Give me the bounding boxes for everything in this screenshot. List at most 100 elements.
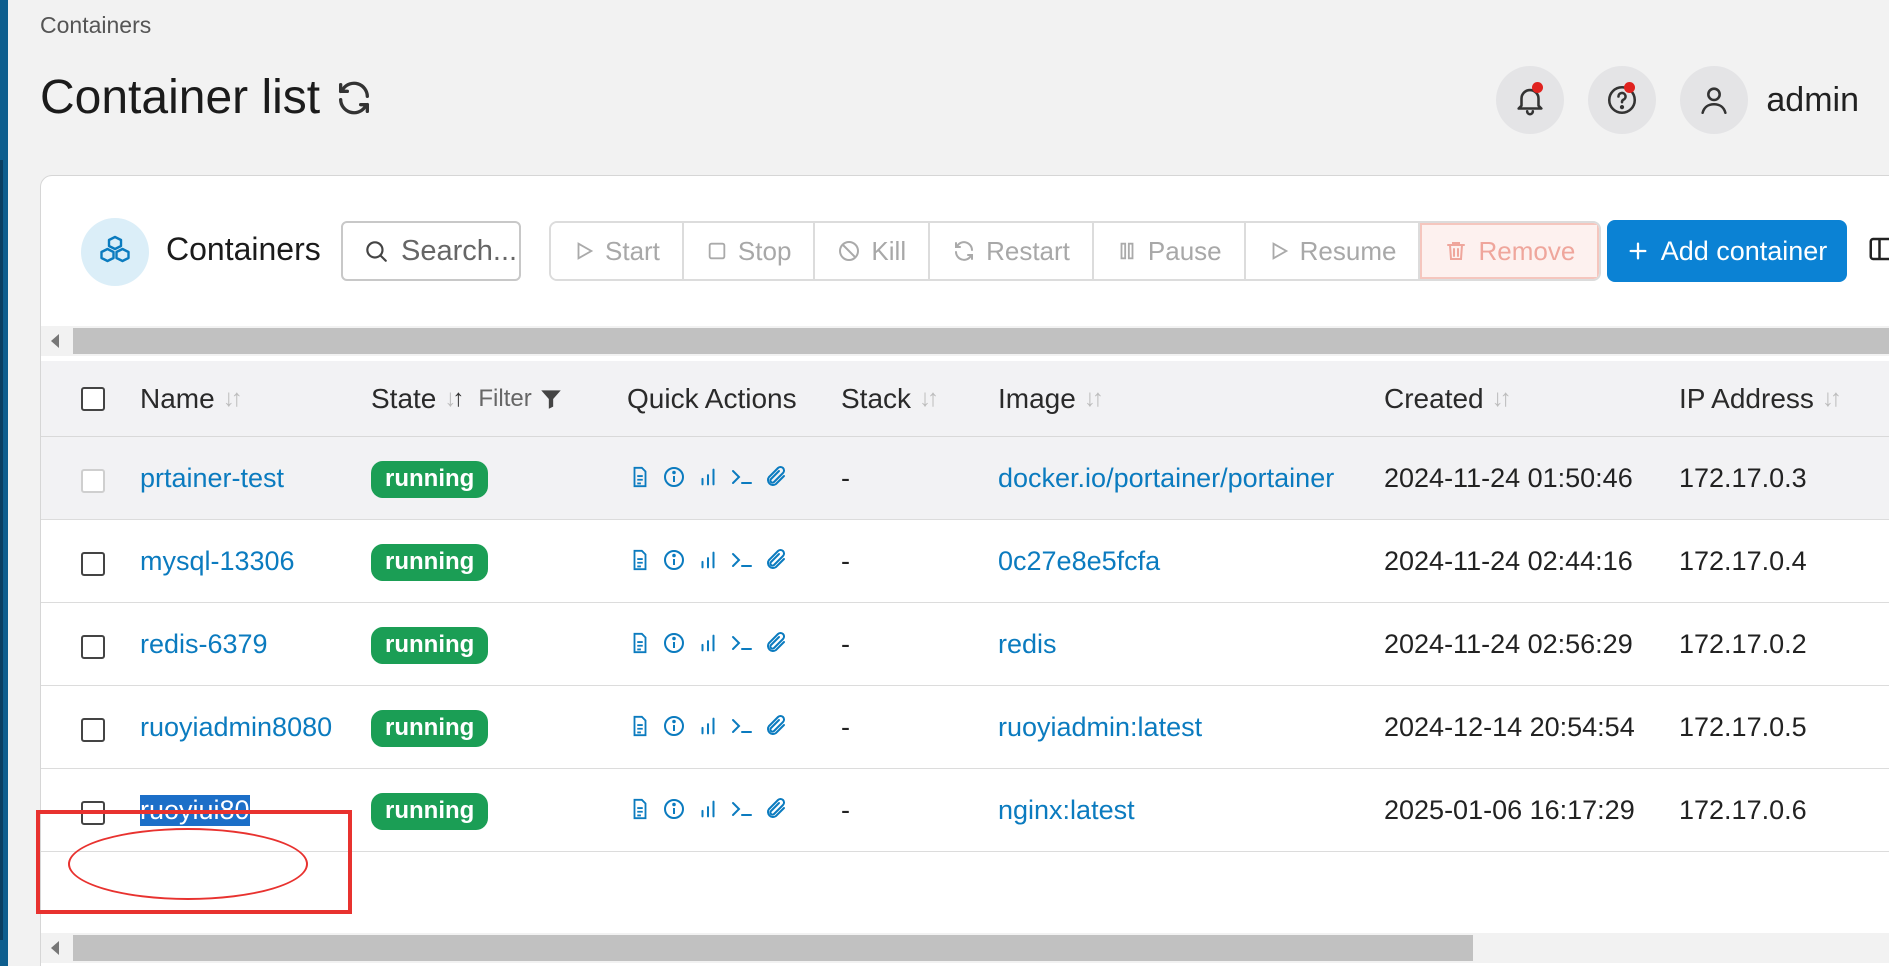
row-checkbox[interactable]: [81, 718, 105, 742]
ip-value: 172.17.0.2: [1679, 629, 1807, 659]
console-icon[interactable]: [729, 546, 755, 574]
notifications-button[interactable]: [1496, 66, 1565, 134]
image-link[interactable]: redis: [998, 629, 1057, 660]
username[interactable]: admin: [1766, 81, 1859, 120]
attach-icon[interactable]: [763, 712, 789, 740]
user-icon: [1701, 87, 1727, 115]
console-icon[interactable]: [729, 712, 755, 740]
remove-button[interactable]: Remove: [1420, 223, 1600, 279]
info-icon[interactable]: [661, 546, 687, 574]
table-row[interactable]: prtainer-test running - docker.io/portai…: [41, 437, 1889, 520]
horizontal-scrollbar-top[interactable]: [41, 326, 1889, 356]
column-created-label: Created: [1384, 383, 1484, 414]
column-image[interactable]: Image ↓↑: [998, 383, 1104, 415]
attach-icon[interactable]: [763, 463, 789, 491]
scrollbar-thumb[interactable]: [73, 935, 1473, 961]
console-icon[interactable]: [729, 795, 755, 823]
stop-button[interactable]: Stop: [683, 223, 816, 279]
user-menu-button[interactable]: [1680, 66, 1749, 134]
refresh-icon[interactable]: [334, 78, 374, 118]
info-icon[interactable]: [661, 712, 687, 740]
console-icon[interactable]: [729, 629, 755, 657]
container-name-link[interactable]: ruoyiadmin8080: [140, 712, 332, 743]
logs-icon[interactable]: [627, 629, 653, 657]
status-badge: running: [371, 544, 489, 581]
play-icon: [577, 242, 594, 260]
quick-actions: [627, 629, 789, 657]
image-link[interactable]: docker.io/portainer/portainer: [998, 463, 1334, 494]
resume-button[interactable]: Resume: [1245, 223, 1421, 279]
sort-icon[interactable]: ↓↑: [223, 385, 243, 413]
search-input[interactable]: Search...: [341, 221, 521, 281]
restart-button[interactable]: Restart: [930, 223, 1094, 279]
pause-button[interactable]: Pause: [1093, 223, 1246, 279]
sort-icon[interactable]: ↓↑: [1492, 385, 1512, 413]
select-all-checkbox[interactable]: [81, 387, 105, 411]
columns-icon[interactable]: [1867, 234, 1889, 264]
kill-button[interactable]: Kill: [815, 223, 931, 279]
filter-label: Filter: [478, 385, 532, 412]
column-stack-label: Stack: [841, 383, 912, 414]
logs-icon[interactable]: [627, 463, 653, 491]
sort-icon[interactable]: ↓↑: [1084, 385, 1104, 413]
add-container-button[interactable]: Add container: [1607, 220, 1847, 282]
scroll-left-arrow-icon[interactable]: [51, 941, 59, 955]
image-link[interactable]: ruoyiadmin:latest: [998, 712, 1202, 743]
stats-icon[interactable]: [695, 712, 721, 740]
column-ip[interactable]: IP Address ↓↑: [1679, 383, 1842, 415]
row-checkbox[interactable]: [81, 469, 105, 493]
stats-icon[interactable]: [695, 795, 721, 823]
help-button[interactable]: [1588, 66, 1657, 134]
table-row[interactable]: mysql-13306 running - 0c27e8e5fcfa 2024-…: [41, 520, 1889, 603]
column-created[interactable]: Created ↓↑: [1384, 383, 1512, 415]
scroll-left-arrow-icon[interactable]: [51, 334, 59, 348]
table-row[interactable]: redis-6379 running - redis 2024-11-24 02…: [41, 603, 1889, 686]
stats-icon[interactable]: [695, 463, 721, 491]
column-name-label: Name: [140, 383, 215, 414]
attach-icon[interactable]: [763, 795, 789, 823]
image-link[interactable]: 0c27e8e5fcfa: [998, 546, 1160, 577]
column-name[interactable]: Name ↓↑: [140, 383, 243, 415]
breadcrumb[interactable]: Containers: [40, 12, 151, 39]
sort-icon[interactable]: ↓↑: [1822, 385, 1842, 413]
console-icon[interactable]: [729, 463, 755, 491]
logs-icon[interactable]: [627, 546, 653, 574]
row-checkbox[interactable]: [81, 635, 105, 659]
info-icon[interactable]: [661, 795, 687, 823]
row-checkbox[interactable]: [81, 552, 105, 576]
ip-value: 172.17.0.3: [1679, 463, 1807, 493]
image-link[interactable]: nginx:latest: [998, 795, 1135, 826]
start-label: Start: [605, 235, 660, 266]
search-icon: [366, 241, 387, 262]
state-filter[interactable]: Filter: [478, 385, 563, 413]
container-name-link[interactable]: prtainer-test: [140, 463, 284, 494]
info-icon[interactable]: [661, 463, 687, 491]
attach-icon[interactable]: [763, 629, 789, 657]
container-action-group: Start Stop Kill Restart Pause Resume Rem…: [549, 221, 1602, 281]
scrollbar-thumb[interactable]: [73, 328, 1889, 354]
search-placeholder: Search...: [401, 234, 518, 267]
plus-icon: [1629, 242, 1647, 260]
column-state[interactable]: State ↓↑ Filter: [371, 383, 564, 415]
attach-icon[interactable]: [763, 546, 789, 574]
container-name-link[interactable]: mysql-13306: [140, 546, 295, 577]
info-icon[interactable]: [661, 629, 687, 657]
stats-icon[interactable]: [695, 629, 721, 657]
sort-icon[interactable]: ↓↑: [919, 385, 939, 413]
table-row[interactable]: ruoyiadmin8080 running - ruoyiadmin:late…: [41, 686, 1889, 769]
status-badge: running: [371, 710, 489, 747]
start-button[interactable]: Start: [551, 223, 684, 279]
sort-asc-icon[interactable]: ↓↑: [444, 385, 464, 413]
logs-icon[interactable]: [627, 712, 653, 740]
panel-title: Containers: [166, 231, 321, 267]
column-state-label: State: [371, 383, 437, 414]
panel-header: Containers Search... Start Stop Kill Res…: [41, 176, 1889, 326]
logs-icon[interactable]: [627, 795, 653, 823]
header-actions: admin: [1496, 66, 1859, 134]
pause-icon: [1120, 242, 1134, 260]
kill-label: Kill: [871, 235, 907, 266]
horizontal-scrollbar-bottom[interactable]: [41, 933, 1889, 963]
stats-icon[interactable]: [695, 546, 721, 574]
container-name-link[interactable]: redis-6379: [140, 629, 268, 660]
column-stack[interactable]: Stack ↓↑: [841, 383, 939, 415]
